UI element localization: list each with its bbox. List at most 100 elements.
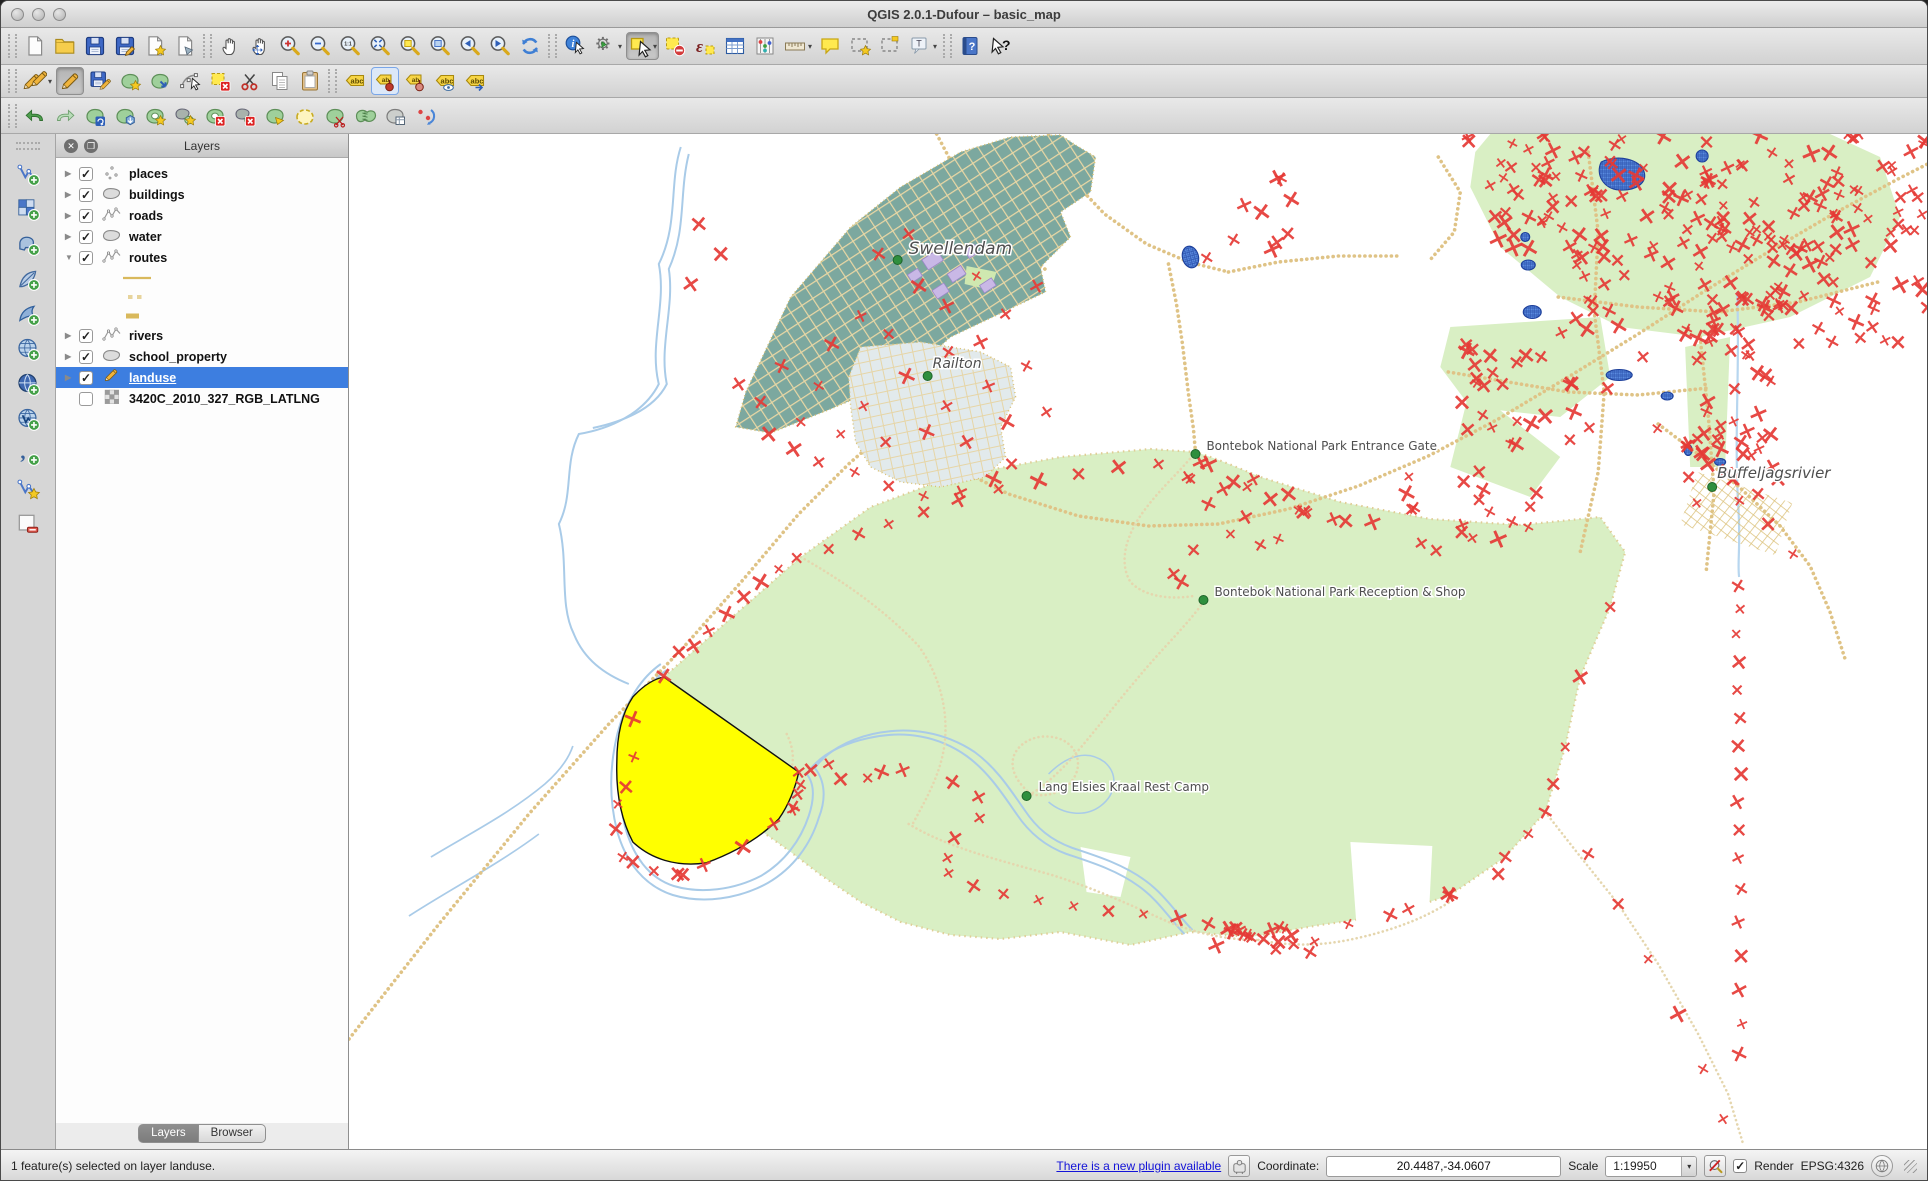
expand-arrow-icon[interactable]: ▶ — [65, 352, 79, 361]
layer-visibility-checkbox[interactable]: ✓ — [79, 328, 93, 343]
layer-visibility-checkbox[interactable]: ✓ — [79, 187, 93, 202]
measure-line-button[interactable]: ▾ — [781, 32, 814, 60]
crs-selector-icon[interactable] — [1871, 1155, 1893, 1177]
coordinate-input[interactable] — [1326, 1155, 1562, 1177]
layer-visibility-checkbox[interactable] — [79, 391, 93, 406]
add-part-button[interactable] — [171, 102, 199, 130]
new-plugin-link[interactable]: There is a new plugin available — [1056, 1159, 1221, 1173]
layer-item-buildings[interactable]: ▶ ✓ buildings — [56, 184, 348, 205]
open-project-button[interactable] — [51, 32, 79, 60]
layer-visibility-checkbox[interactable]: ✓ — [79, 250, 93, 265]
expand-arrow-icon[interactable]: ▶ — [65, 211, 79, 220]
dropdown-arrow-icon[interactable]: ▾ — [48, 77, 52, 86]
current-edits-button[interactable]: ▾ — [21, 67, 54, 95]
add-postgis-layer-button[interactable] — [13, 230, 43, 258]
layer-item-landuse[interactable]: ▶ ✓ landuse — [56, 367, 348, 388]
map-tips-button[interactable] — [816, 32, 844, 60]
scale-dropdown-icon[interactable]: ▾ — [1681, 1156, 1697, 1176]
add-mssql-layer-button[interactable] — [13, 300, 43, 328]
fill-ring-button[interactable] — [261, 102, 289, 130]
zoom-window-button[interactable] — [53, 8, 66, 21]
zoom-last-button[interactable] — [456, 32, 484, 60]
add-feature-button[interactable] — [116, 67, 144, 95]
dropdown-arrow-icon[interactable]: ▾ — [653, 42, 657, 51]
add-ring-button[interactable] — [141, 102, 169, 130]
panel-tab-browser[interactable]: Browser — [198, 1124, 266, 1143]
expand-arrow-icon[interactable]: ▶ — [65, 190, 79, 199]
new-shapefile-layer-button[interactable] — [13, 475, 43, 503]
zoom-in-button[interactable] — [276, 32, 304, 60]
zoom-full-extent-button[interactable] — [366, 32, 394, 60]
select-by-expression-button[interactable]: ε — [691, 32, 719, 60]
delete-selected-button[interactable] — [206, 67, 234, 95]
add-delimited-text-layer-button[interactable]: , — [13, 440, 43, 468]
add-wcs-layer-button[interactable] — [13, 370, 43, 398]
deselect-features-button[interactable] — [661, 32, 689, 60]
add-wfs-layer-button[interactable] — [13, 405, 43, 433]
change-label-button[interactable]: abc — [461, 67, 489, 95]
render-checkbox[interactable]: ✓ — [1733, 1159, 1748, 1173]
rotate-feature-button[interactable] — [81, 102, 109, 130]
help-contents-button[interactable]: ? — [956, 32, 984, 60]
dropdown-arrow-icon[interactable]: ▾ — [933, 42, 937, 51]
merge-feature-attributes-button[interactable] — [381, 102, 409, 130]
add-vector-layer-button[interactable] — [13, 160, 43, 188]
simplify-feature-button[interactable] — [111, 102, 139, 130]
pan-to-selection-button[interactable] — [246, 32, 274, 60]
layer-item-water[interactable]: ▶ ✓ water — [56, 226, 348, 247]
layer-item-rivers[interactable]: ▶ ✓ rivers — [56, 325, 348, 346]
merge-features-button[interactable] — [351, 102, 379, 130]
layer-item-roads[interactable]: ▶ ✓ roads — [56, 205, 348, 226]
add-wms-layer-button[interactable] — [13, 335, 43, 363]
node-tool-button[interactable] — [176, 67, 204, 95]
minimize-window-button[interactable] — [32, 8, 45, 21]
identify-features-button[interactable]: i — [561, 32, 589, 60]
show-bookmarks-button[interactable] — [876, 32, 904, 60]
resize-grip[interactable] — [1904, 1159, 1917, 1173]
layer-visibility-checkbox[interactable]: ✓ — [79, 166, 93, 181]
zoom-to-selection-button[interactable] — [396, 32, 424, 60]
new-print-composer-button[interactable] — [141, 32, 169, 60]
delete-ring-button[interactable] — [201, 102, 229, 130]
remove-layer-button[interactable] — [13, 510, 43, 538]
expand-arrow-icon[interactable]: ▼ — [65, 253, 79, 262]
run-feature-action-button[interactable]: ▾ — [591, 32, 624, 60]
zoom-next-button[interactable] — [486, 32, 514, 60]
offset-curve-button[interactable] — [291, 102, 319, 130]
layer-item-school_property[interactable]: ▶ ✓ school_property — [56, 346, 348, 367]
field-calculator-button[interactable] — [751, 32, 779, 60]
whats-this-button[interactable]: ? — [986, 32, 1014, 60]
dropdown-arrow-icon[interactable]: ▾ — [808, 42, 812, 51]
layer-visibility-checkbox[interactable]: ✓ — [79, 349, 93, 364]
expand-arrow-icon[interactable]: ▶ — [65, 232, 79, 241]
text-annotation-button[interactable]: T ▾ — [906, 32, 939, 60]
select-features-button[interactable]: ▾ — [626, 32, 660, 60]
labeling-options-button[interactable]: abc — [341, 67, 369, 95]
save-project-button[interactable] — [81, 32, 109, 60]
toggle-editing-button[interactable] — [56, 67, 85, 95]
new-bookmark-button[interactable] — [846, 32, 874, 60]
panel-close-icon[interactable]: ✕ — [64, 139, 78, 153]
zoom-out-button[interactable] — [306, 32, 334, 60]
layer-visibility-checkbox[interactable]: ✓ — [79, 370, 93, 385]
move-label-button[interactable]: ab — [401, 67, 429, 95]
rotate-point-symbols-button[interactable] — [411, 102, 439, 130]
composer-manager-button[interactable] — [171, 32, 199, 60]
paste-features-button[interactable] — [296, 67, 324, 95]
move-feature-button[interactable] — [146, 67, 174, 95]
show-hide-labels-button[interactable]: abc — [431, 67, 459, 95]
split-features-button[interactable] — [321, 102, 349, 130]
plugin-status-icon[interactable] — [1228, 1155, 1251, 1177]
open-attribute-table-button[interactable] — [721, 32, 749, 60]
layer-visibility-checkbox[interactable]: ✓ — [79, 208, 93, 223]
save-project-as-button[interactable] — [111, 32, 139, 60]
add-raster-layer-button[interactable] — [13, 195, 43, 223]
pan-map-button[interactable] — [216, 32, 244, 60]
save-layer-edits-button[interactable] — [86, 67, 114, 95]
undo-button[interactable] — [21, 102, 49, 130]
pin-unpin-labels-button[interactable]: ab — [371, 67, 400, 95]
panel-float-icon[interactable]: ❐ — [84, 139, 98, 153]
expand-arrow-icon[interactable]: ▶ — [65, 169, 79, 178]
layer-item-places[interactable]: ▶ ✓ places — [56, 163, 348, 184]
expand-arrow-icon[interactable]: ▶ — [65, 331, 79, 340]
